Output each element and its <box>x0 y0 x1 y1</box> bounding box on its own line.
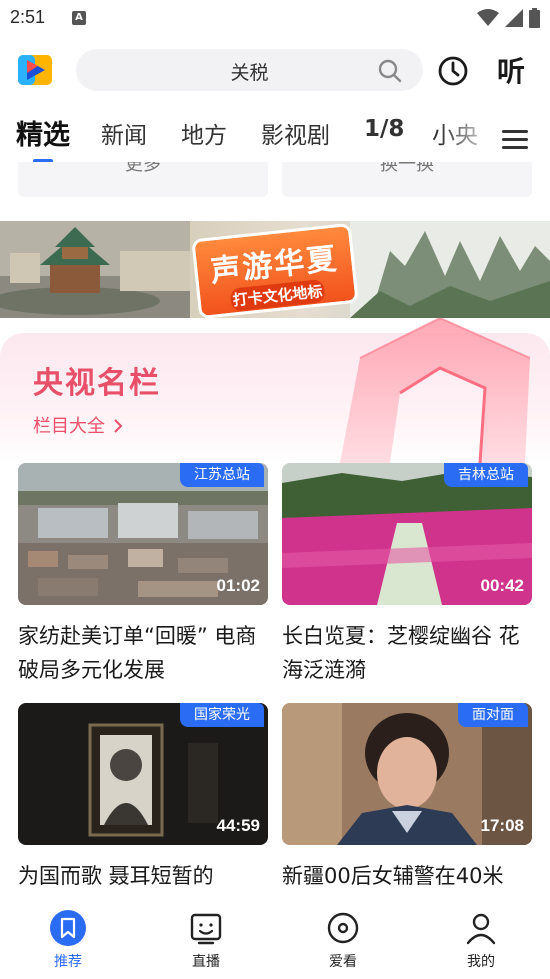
chevron-right-icon <box>114 419 123 433</box>
banner-title: 声游华夏 <box>208 241 340 290</box>
nav-live[interactable]: 直播 <box>166 909 246 971</box>
cctv-building-art <box>340 318 531 463</box>
nav-label: 推荐 <box>54 954 82 970</box>
video-duration: 17:08 <box>480 816 524 835</box>
signal-icon <box>505 9 523 27</box>
video-thumbnail[interactable]: 面对面 17:08 <box>282 703 532 845</box>
tv-face-icon <box>190 913 222 945</box>
bookmark-icon <box>50 910 86 946</box>
video-duration: 44:59 <box>216 816 260 835</box>
source-tag: 江苏总站 <box>180 463 264 487</box>
video-thumbnail[interactable]: 吉林总站 00:42 <box>282 463 532 605</box>
bell-tower-image <box>0 221 190 318</box>
battery-icon <box>529 8 540 28</box>
menu-icon[interactable] <box>502 128 528 150</box>
banner-badge: 声游华夏 打卡文化地标 <box>191 222 359 318</box>
refresh-label: 换一换 <box>380 162 434 175</box>
nav-label: 直播 <box>192 954 220 970</box>
disc-icon <box>327 912 359 944</box>
video-thumbnail[interactable]: 国家荣光 44:59 <box>18 703 268 845</box>
refresh-button[interactable]: 换一换 <box>282 162 532 197</box>
video-thumbnail[interactable]: 江苏总站 01:02 <box>18 463 268 605</box>
tab-local[interactable]: 地方 <box>181 116 227 150</box>
notification-icon: A <box>72 11 86 25</box>
nav-label: 我的 <box>467 954 495 970</box>
video-title[interactable]: 为国而歌 聂耳短暂的 <box>18 859 268 893</box>
history-icon[interactable] <box>437 55 469 87</box>
tab-dramas[interactable]: 影视剧 <box>261 116 330 150</box>
person-icon <box>466 913 496 945</box>
source-tag: 面对面 <box>458 703 528 727</box>
source-tag: 吉林总站 <box>444 463 528 487</box>
tab-page-indicator[interactable]: 1/8 <box>364 116 404 142</box>
status-bar: 2:51 A <box>0 0 550 36</box>
nav-mine[interactable]: 我的 <box>441 909 521 971</box>
status-time: 2:51 <box>10 7 46 27</box>
app-logo-icon[interactable] <box>18 53 52 87</box>
channel-tabs: 精选 新闻 地方 影视剧 1/8 小央 <box>0 112 550 163</box>
video-duration: 00:42 <box>480 576 524 595</box>
mountain-image <box>350 221 550 318</box>
tab-news[interactable]: 新闻 <box>101 116 147 150</box>
nav-recommend[interactable]: 推荐 <box>28 909 108 971</box>
search-bar[interactable]: 关税 <box>76 49 423 91</box>
more-button[interactable]: 更多 <box>18 162 268 197</box>
video-duration: 01:02 <box>216 576 260 595</box>
video-title[interactable]: 长白览夏：芝樱绽幽谷 花海泛涟漪 <box>282 619 532 687</box>
bottom-nav: 推荐 直播 爱看 我的 <box>0 897 550 979</box>
nav-watch[interactable]: 爱看 <box>303 909 383 971</box>
tab-featured[interactable]: 精选 <box>16 113 70 152</box>
wifi-icon <box>477 9 499 26</box>
listen-button[interactable]: 听 <box>497 50 525 90</box>
video-title[interactable]: 家纺赴美订单“回暖” 电商破局多元化发展 <box>18 619 268 687</box>
all-programs-label: 栏目大全 <box>33 416 105 437</box>
promo-banner[interactable]: 声游华夏 打卡文化地标 <box>0 221 550 318</box>
more-label: 更多 <box>125 162 161 175</box>
nav-label: 爱看 <box>329 954 357 970</box>
video-title[interactable]: 新疆00后女辅警在40米 <box>282 859 532 893</box>
search-icon[interactable] <box>377 58 403 84</box>
section-title: 央视名栏 <box>33 366 161 401</box>
all-programs-link[interactable]: 栏目大全 <box>33 412 123 438</box>
search-query[interactable]: 关税 <box>76 58 423 85</box>
source-tag: 国家荣光 <box>180 703 264 727</box>
